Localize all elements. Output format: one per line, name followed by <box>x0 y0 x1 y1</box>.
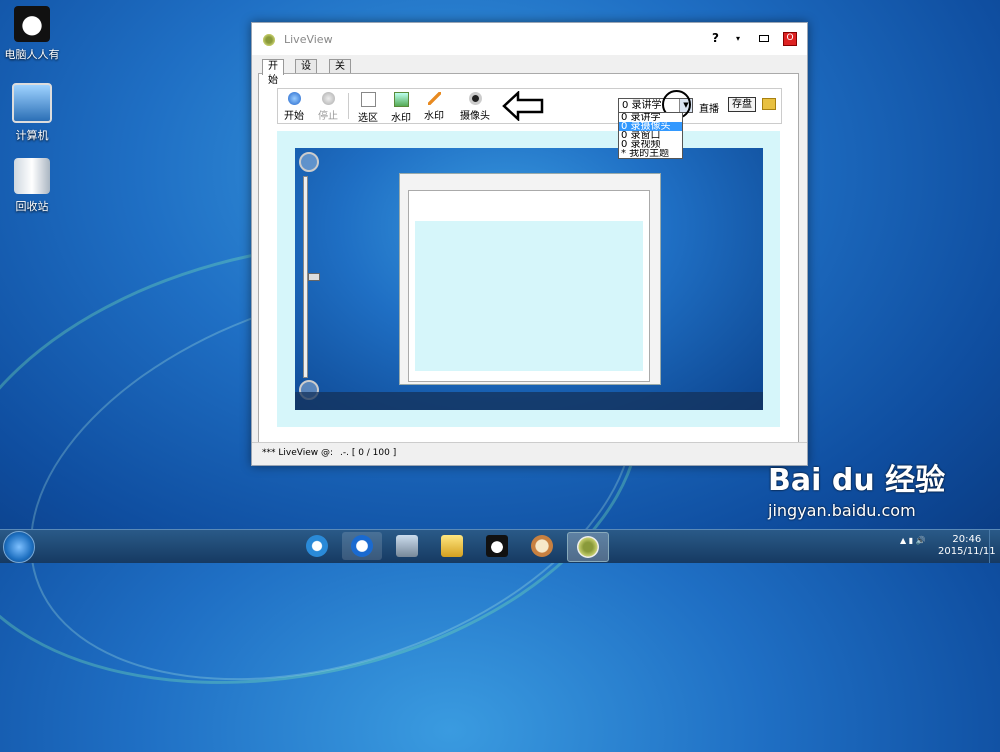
panda-icon <box>14 6 50 42</box>
desktop-icon-label: 电脑人人有 <box>4 48 60 61</box>
pencil-icon <box>427 92 441 105</box>
broadcast-button[interactable]: 直播 <box>699 100 719 115</box>
clock-time: 20:46 <box>952 534 982 545</box>
zoom-slider[interactable] <box>303 176 320 378</box>
baidu-url: jingyan.baidu.com <box>768 501 916 520</box>
minimize-icon[interactable] <box>759 35 769 42</box>
panda-icon <box>486 535 508 557</box>
preview-screenshot <box>295 148 763 410</box>
computer-icon <box>12 83 52 123</box>
camera-button[interactable]: 摄像头 <box>460 92 490 122</box>
menu-dropdown-icon[interactable]: ▾ <box>736 34 740 43</box>
nested-preview-area <box>415 221 643 371</box>
folder-icon <box>441 535 463 557</box>
liveview-icon <box>577 536 599 558</box>
status-text: *** LiveView @: <box>262 448 333 458</box>
image-icon <box>393 92 409 107</box>
option-video[interactable]: 0 录视频 <box>619 140 682 149</box>
toolbar: 开始 停止 选区 水印 水印 摄像头 0 录讲学 ▼ 0 录讲学 0 录摄像头 … <box>277 88 782 159</box>
window-title: LiveView <box>284 33 333 46</box>
save-button[interactable]: 存盘 <box>728 97 756 112</box>
tab-start[interactable]: 开始 <box>262 59 284 86</box>
stop-icon <box>321 92 335 105</box>
start-button[interactable]: 开始 <box>284 92 304 122</box>
select-region-icon <box>360 92 376 107</box>
liveview-window: LiveView ? ▾ O 开始 设置 关于 开始 停止 选区 <box>251 22 808 466</box>
control-panel-icon <box>396 535 418 557</box>
zoom-slider-thumb[interactable] <box>308 273 320 281</box>
desktop-icon-panda[interactable]: 电脑人人有 <box>0 6 64 62</box>
select-region-label: 选区 <box>358 113 378 124</box>
watermark-text-label: 水印 <box>424 111 444 122</box>
watermark-image-label: 水印 <box>391 113 411 124</box>
option-window[interactable]: 0 录窗口 <box>619 131 682 140</box>
preview-area <box>277 131 780 427</box>
watermark-image-button[interactable]: 水印 <box>391 92 411 124</box>
watermark-text-button[interactable]: 水印 <box>424 92 444 122</box>
folder-icon[interactable] <box>762 98 776 110</box>
desktop-icon-computer[interactable]: 计算机 <box>0 83 64 143</box>
zoom-in-icon[interactable] <box>299 152 319 172</box>
paint-icon <box>531 535 553 557</box>
taskbar-paint[interactable] <box>522 532 562 560</box>
close-button[interactable]: O <box>783 32 797 46</box>
capture-mode-value: 0 录讲学 <box>622 100 662 111</box>
taskbar-ie[interactable] <box>297 532 337 560</box>
nested-liveview-window <box>399 173 661 385</box>
desktop-icon-label: 计算机 <box>15 129 49 142</box>
taskbar: ▲ ▮ 🔊 20:46 2015/11/11 <box>0 529 1000 563</box>
tab-settings[interactable]: 设置 <box>295 59 317 86</box>
show-desktop-button[interactable] <box>989 530 1000 563</box>
nested-main-panel <box>408 190 650 382</box>
toolbar-divider <box>348 93 349 119</box>
baidu-logo: Bai du 经验 <box>768 463 946 498</box>
clock[interactable]: 20:46 2015/11/11 <box>938 534 996 558</box>
stop-label: 停止 <box>318 111 338 122</box>
progress-text: .-. [ 0 / 100 ] <box>340 448 397 458</box>
nested-taskbar <box>295 392 763 410</box>
camera-label: 摄像头 <box>460 111 490 122</box>
desktop-icon-label: 回收站 <box>15 200 49 213</box>
option-camera[interactable]: 0 录摄像头 <box>619 122 682 131</box>
taskbar-liveview[interactable] <box>567 532 609 562</box>
recycle-bin-icon <box>14 158 50 194</box>
camera-icon <box>468 92 482 105</box>
option-my-theme[interactable]: * 我的主题 <box>619 149 682 158</box>
sogou-icon <box>351 535 373 557</box>
app-icon <box>262 33 276 47</box>
select-region-button[interactable]: 选区 <box>358 92 378 124</box>
desktop-icon-recycle-bin[interactable]: 回收站 <box>0 158 64 214</box>
taskbar-control-panel[interactable] <box>387 532 427 560</box>
capture-mode-options: 0 录讲学 0 录摄像头 0 录窗口 0 录视频 * 我的主题 <box>618 112 683 159</box>
arrow-left-icon <box>502 91 544 121</box>
start-button-icon[interactable] <box>3 531 35 563</box>
tab-about[interactable]: 关于 <box>329 59 351 86</box>
taskbar-panda[interactable] <box>477 532 517 560</box>
taskbar-sogou[interactable] <box>342 532 382 560</box>
clock-date: 2015/11/11 <box>938 546 996 557</box>
main-panel: 开始 停止 选区 水印 水印 摄像头 0 录讲学 ▼ 0 录讲学 0 录摄像头 … <box>258 73 799 443</box>
status-bar: *** LiveView @: .-. [ 0 / 100 ] <box>252 442 807 465</box>
option-lecture[interactable]: 0 录讲学 <box>619 113 682 122</box>
title-bar[interactable]: LiveView ? ▾ O <box>252 23 807 55</box>
taskbar-explorer[interactable] <box>432 532 472 560</box>
system-tray[interactable]: ▲ ▮ 🔊 <box>900 536 926 545</box>
baidu-watermark: Bai du 经验 jingyan.baidu.com <box>768 455 945 520</box>
internet-explorer-icon <box>306 535 328 557</box>
start-label: 开始 <box>284 111 304 122</box>
help-button[interactable]: ? <box>712 31 719 45</box>
stop-button[interactable]: 停止 <box>318 92 338 122</box>
play-icon <box>287 92 301 105</box>
